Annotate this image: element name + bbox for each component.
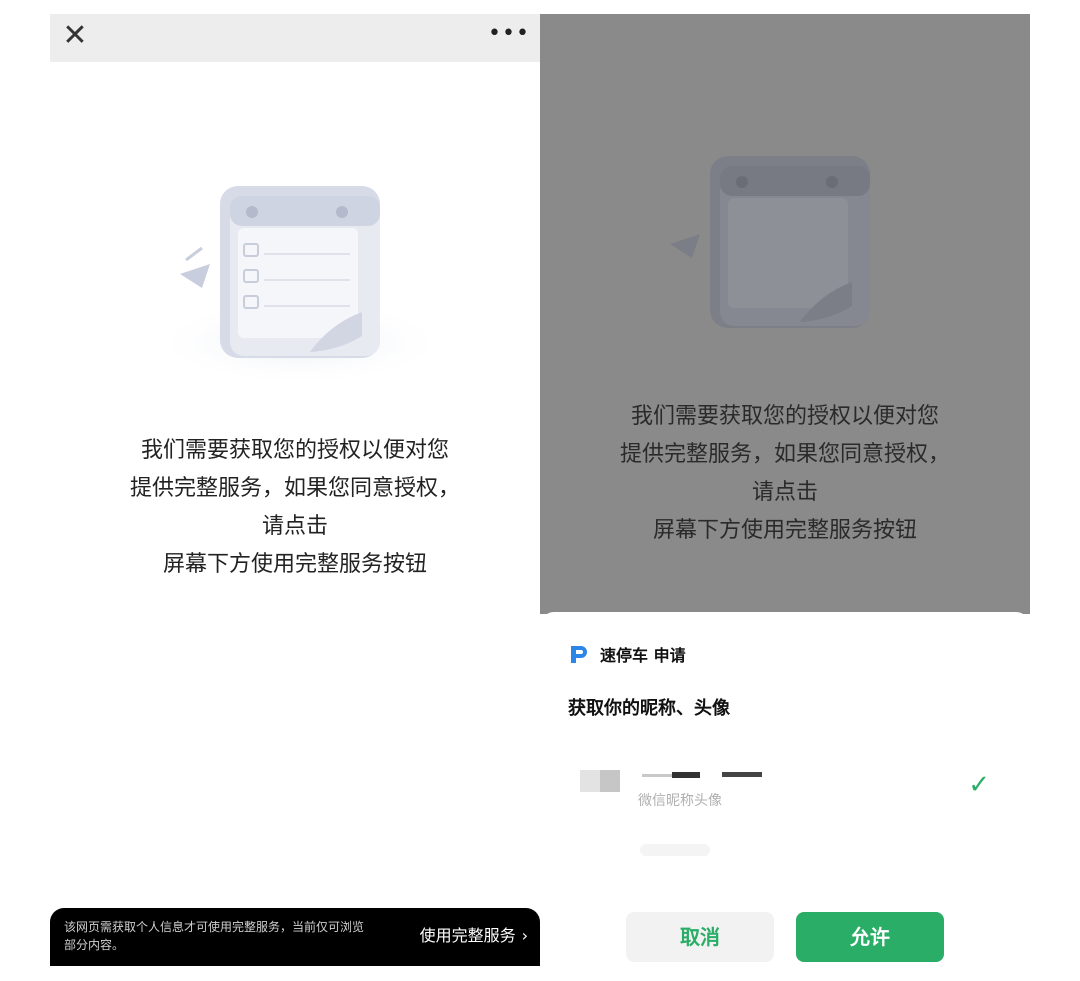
nickname-blurred	[642, 772, 762, 778]
browser-topbar: ✕ •••	[50, 14, 540, 62]
close-icon[interactable]: ✕	[60, 18, 90, 54]
more-icon[interactable]: •••	[488, 16, 529, 52]
allow-button[interactable]: 允许	[796, 912, 944, 962]
use-full-service-label: 使用完整服务	[419, 926, 516, 945]
authorization-illustration-dimmed	[670, 156, 870, 328]
auth-message-dimmed: 我们需要获取您的授权以便对您 提供完整服务，如果您同意授权， 请点击 屏幕下方使…	[540, 398, 1030, 550]
message-line-4: 屏幕下方使用完整服务按钮	[162, 552, 427, 577]
check-icon: ✓	[968, 770, 990, 800]
add-profile-hint	[640, 844, 710, 856]
app-name: 速停车 申请	[600, 646, 686, 665]
use-full-service-button[interactable]: 使用完整服务 ›	[420, 922, 528, 950]
avatar	[580, 770, 620, 792]
request-title: 获取你的昵称、头像	[568, 698, 730, 719]
message-line-2: 提供完整服务，如果您同意授权，	[129, 476, 460, 501]
auth-message: 我们需要获取您的授权以便对您 提供完整服务，如果您同意授权， 请点击 屏幕下方使…	[50, 432, 540, 584]
authorization-footer: 该网页需获取个人信息才可使用完整服务，当前仅可浏览部分内容。 使用完整服务 ›	[50, 908, 540, 966]
chevron-right-icon: ›	[521, 926, 528, 945]
message-line-3: 请点击	[261, 514, 328, 539]
left-screen: ✕ ••• 我们需要获取您的授权以便对您 提供完整服务，如果您同意授权， 请点击…	[50, 14, 540, 966]
profile-option[interactable]: 微信昵称头像 ✓	[580, 762, 1000, 832]
app-logo-icon	[571, 646, 587, 663]
dimmed-overlay[interactable]: 我们需要获取您的授权以便对您 提供完整服务，如果您同意授权， 请点击 屏幕下方使…	[540, 14, 1030, 614]
right-screen: 我们需要获取您的授权以便对您 提供完整服务，如果您同意授权， 请点击 屏幕下方使…	[540, 14, 1030, 966]
app-row: 速停车 申请	[568, 642, 686, 666]
message-line-1: 我们需要获取您的授权以便对您	[630, 404, 939, 429]
message-line-1: 我们需要获取您的授权以便对您	[140, 438, 449, 463]
message-line-3: 请点击	[751, 480, 818, 505]
cancel-button[interactable]: 取消	[626, 912, 774, 962]
message-line-2: 提供完整服务，如果您同意授权，	[619, 442, 950, 467]
authorization-illustration	[150, 186, 450, 386]
authorization-sheet: 速停车 申请 获取你的昵称、头像 微信昵称头像 ✓ 取消 允许	[540, 612, 1030, 966]
footer-note: 该网页需获取个人信息才可使用完整服务，当前仅可浏览部分内容。	[64, 920, 365, 952]
profile-subtitle: 微信昵称头像	[638, 793, 722, 809]
message-line-4: 屏幕下方使用完整服务按钮	[652, 518, 917, 543]
